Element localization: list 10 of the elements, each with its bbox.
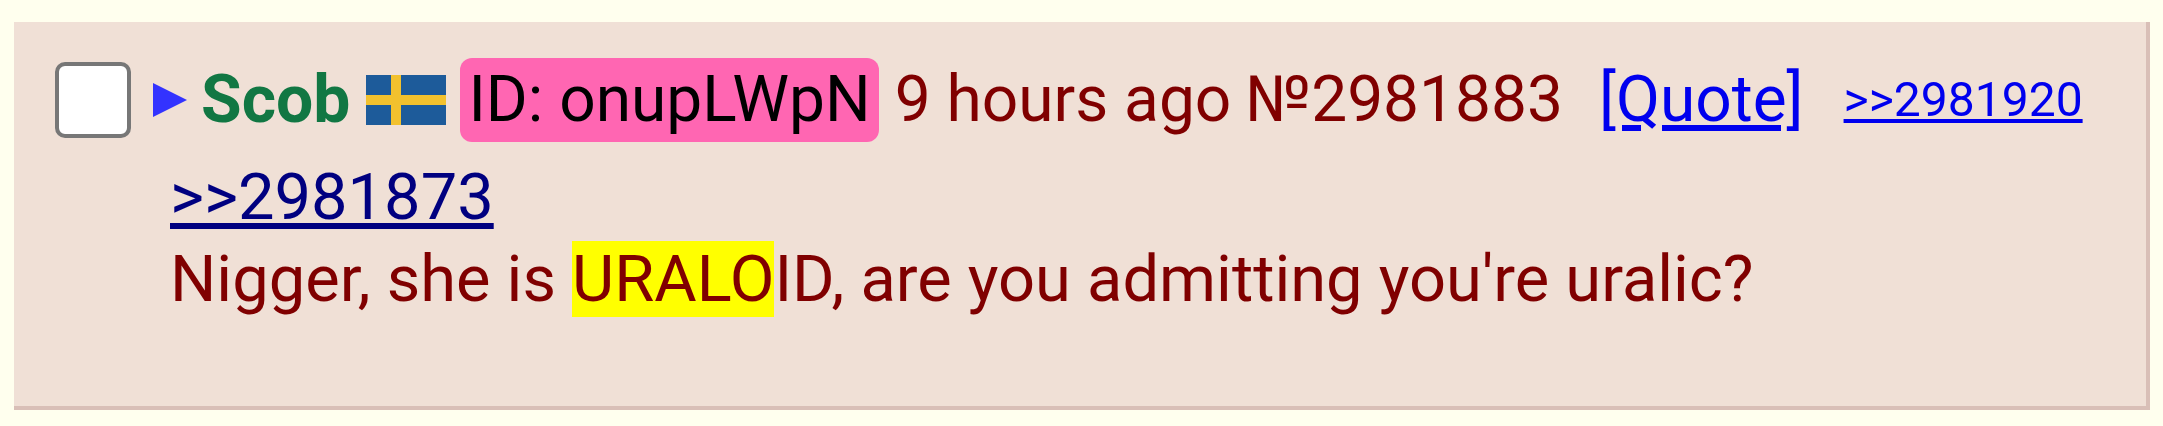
quote-link[interactable]: [Quote] xyxy=(1598,67,1804,132)
quote-link[interactable]: >>2981873 xyxy=(170,157,494,237)
post-message: Nigger, she is URALOID, are you admitting you're uralic? xyxy=(170,240,1754,319)
triangle-icon[interactable] xyxy=(153,82,187,117)
post-number: №2981883 xyxy=(1245,67,1563,132)
id-badge: ID: onupLWpN xyxy=(460,57,879,142)
reply-link[interactable]: >>2981920 xyxy=(1843,75,2083,124)
flag-icon xyxy=(366,72,447,127)
poster-name: Scob xyxy=(201,66,351,133)
checkbox[interactable] xyxy=(55,61,131,138)
